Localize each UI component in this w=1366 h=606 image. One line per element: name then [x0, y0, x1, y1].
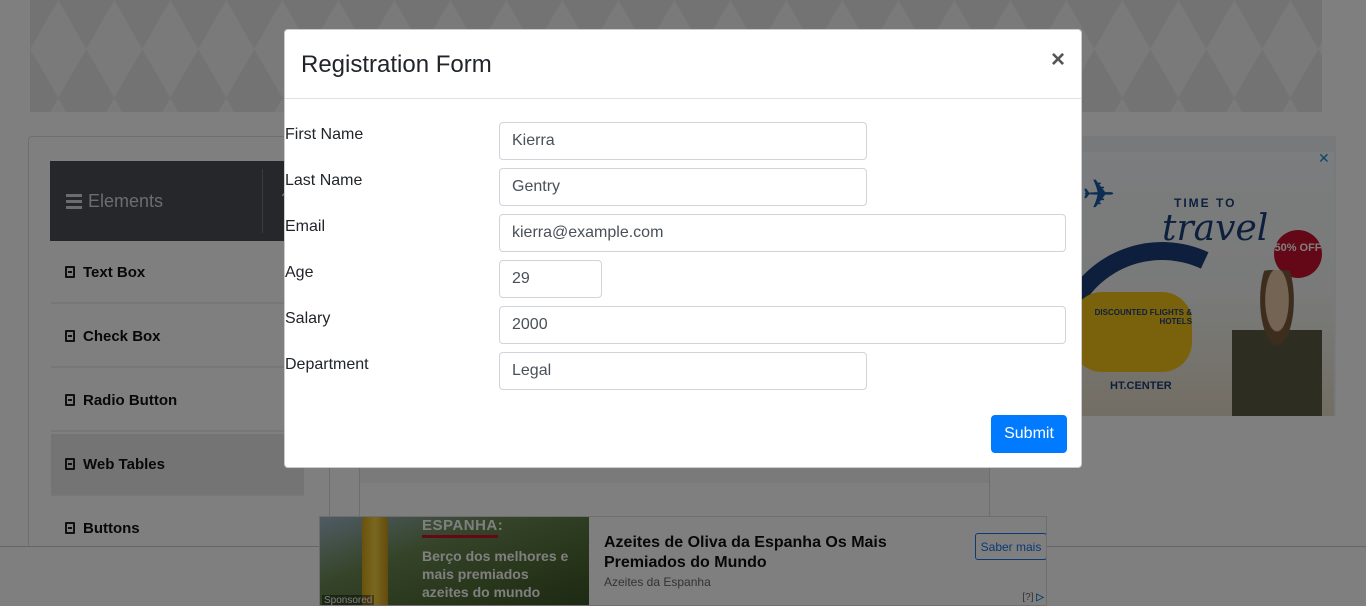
- age-input[interactable]: [499, 260, 602, 298]
- email-input[interactable]: [499, 214, 1066, 252]
- close-button[interactable]: ×: [1051, 48, 1065, 72]
- registration-modal: Registration Form × First Name Last Name…: [284, 29, 1082, 468]
- modal-header: Registration Form ×: [285, 30, 1081, 99]
- modal-title: Registration Form: [301, 51, 492, 78]
- email-label: Email: [285, 218, 326, 235]
- last-name-label: Last Name: [285, 172, 363, 189]
- first-name-input[interactable]: [499, 122, 867, 160]
- age-label: Age: [285, 264, 314, 281]
- salary-input[interactable]: [499, 306, 1066, 344]
- department-label: Department: [285, 356, 369, 373]
- last-name-input[interactable]: [499, 168, 867, 206]
- submit-button[interactable]: Submit: [991, 415, 1067, 453]
- department-input[interactable]: [499, 352, 867, 390]
- first-name-label: First Name: [285, 126, 364, 143]
- salary-label: Salary: [285, 310, 331, 327]
